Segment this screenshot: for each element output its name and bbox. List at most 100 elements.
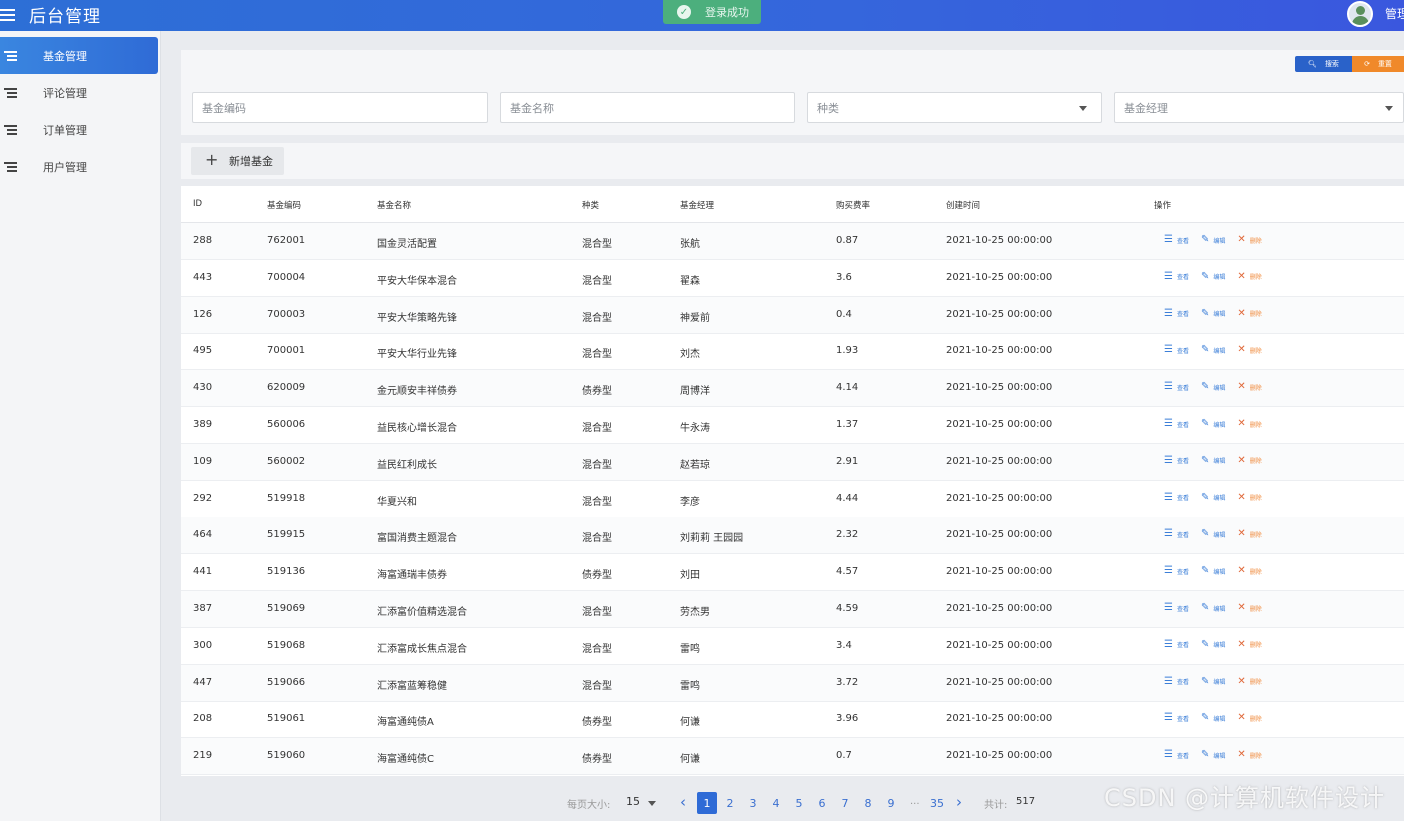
- reset-button[interactable]: ⟳ 重置: [1352, 56, 1404, 72]
- view-button[interactable]: ☰ 查看: [1164, 529, 1189, 539]
- avatar[interactable]: [1347, 1, 1373, 27]
- page-button[interactable]: 7: [835, 792, 855, 814]
- page-last[interactable]: 35: [927, 792, 947, 814]
- fund-type-select[interactable]: 种类: [807, 92, 1102, 123]
- table-cell: 519136: [267, 566, 306, 578]
- column-header[interactable]: 购买费率: [836, 199, 870, 211]
- view-button[interactable]: ☰ 查看: [1164, 603, 1189, 613]
- edit-button[interactable]: ✎ 编辑: [1201, 676, 1225, 687]
- view-button[interactable]: ☰ 查看: [1164, 271, 1189, 282]
- view-button[interactable]: ☰ 查看: [1164, 492, 1189, 503]
- view-button[interactable]: ☰ 查看: [1164, 639, 1189, 650]
- edit-button[interactable]: ✎ 编辑: [1201, 235, 1225, 245]
- delete-button[interactable]: ✕ 删除: [1237, 750, 1261, 760]
- table-cell: 519915: [267, 529, 306, 541]
- table-cell: 387: [193, 603, 213, 614]
- view-button[interactable]: ☰ 查看: [1164, 675, 1189, 687]
- edit-button[interactable]: ✎ 编辑: [1201, 529, 1225, 539]
- chevron-down-icon[interactable]: [648, 801, 656, 806]
- page-button[interactable]: 1: [697, 792, 717, 814]
- edit-button[interactable]: ✎ 编辑: [1201, 455, 1225, 466]
- view-button[interactable]: ☰ 查看: [1164, 345, 1189, 355]
- delete-button-label: 删除: [1249, 311, 1262, 319]
- pencil-icon: ✎: [1200, 602, 1210, 613]
- page-size-select[interactable]: 15: [626, 795, 640, 808]
- row-actions: ☰ 查看 ✎ 编辑 ✕ 删除: [1164, 675, 1274, 687]
- delete-button[interactable]: ✕ 删除: [1237, 345, 1261, 355]
- row-actions: ☰ 查看 ✎ 编辑 ✕ 删除: [1164, 566, 1274, 576]
- column-header[interactable]: 种类: [582, 199, 599, 211]
- table-cell: 620009: [267, 382, 306, 394]
- view-button[interactable]: ☰ 查看: [1164, 566, 1189, 576]
- edit-button[interactable]: ✎ 编辑: [1201, 492, 1225, 503]
- delete-button[interactable]: ✕ 删除: [1237, 713, 1261, 723]
- page-button[interactable]: 9: [881, 792, 901, 814]
- menu-icon[interactable]: [0, 9, 16, 21]
- delete-button-label: 删除: [1249, 421, 1262, 429]
- fund-name-input[interactable]: 基金名称: [500, 92, 795, 123]
- row-actions: ☰ 查看 ✎ 编辑 ✕ 删除: [1164, 713, 1274, 723]
- delete-button[interactable]: ✕ 删除: [1237, 603, 1261, 613]
- column-header[interactable]: 基金经理: [680, 199, 714, 211]
- table-cell: 3.72: [836, 676, 859, 688]
- add-fund-button[interactable]: + 新增基金: [191, 147, 284, 175]
- sidebar-item-comment[interactable]: 评论管理: [0, 74, 158, 111]
- delete-button[interactable]: ✕ 删除: [1237, 271, 1261, 282]
- edit-button[interactable]: ✎ 编辑: [1201, 308, 1225, 319]
- delete-button[interactable]: ✕ 删除: [1237, 455, 1261, 466]
- column-header[interactable]: ID: [193, 199, 202, 209]
- table-cell: 刘杰: [680, 349, 700, 361]
- view-button[interactable]: ☰ 查看: [1164, 308, 1189, 319]
- column-header[interactable]: 基金名称: [377, 199, 411, 211]
- edit-button[interactable]: ✎ 编辑: [1201, 603, 1225, 613]
- table-cell: 2021-10-25 00:00:00: [946, 566, 1053, 578]
- edit-button[interactable]: ✎ 编辑: [1201, 639, 1225, 650]
- edit-button[interactable]: ✎ 编辑: [1201, 713, 1225, 723]
- sidebar-item-fund[interactable]: 基金管理: [0, 37, 158, 74]
- delete-button[interactable]: ✕ 删除: [1237, 307, 1262, 319]
- fund-manager-select[interactable]: 基金经理: [1114, 92, 1404, 123]
- view-button[interactable]: ☰ 查看: [1164, 750, 1189, 760]
- table-cell: 700004: [267, 271, 306, 283]
- page-button[interactable]: 3: [743, 792, 763, 814]
- delete-button[interactable]: ✕ 删除: [1237, 492, 1261, 503]
- delete-button[interactable]: ✕ 删除: [1237, 566, 1261, 576]
- view-button[interactable]: ☰ 查看: [1164, 382, 1189, 392]
- column-header[interactable]: 基金编码: [267, 199, 301, 211]
- edit-button[interactable]: ✎ 编辑: [1201, 345, 1225, 355]
- page-button[interactable]: 5: [789, 792, 809, 814]
- page-button[interactable]: 6: [812, 792, 832, 814]
- edit-button[interactable]: ✎ 编辑: [1201, 419, 1225, 429]
- view-button[interactable]: ☰ 查看: [1164, 235, 1189, 245]
- delete-button[interactable]: ✕ 删除: [1237, 382, 1261, 392]
- delete-button[interactable]: ✕ 删除: [1237, 235, 1261, 245]
- search-button[interactable]: 🔍︎ 搜索: [1295, 56, 1352, 72]
- edit-button[interactable]: ✎ 编辑: [1201, 750, 1225, 760]
- table-cell: 混合型: [582, 349, 612, 361]
- delete-button[interactable]: ✕ 删除: [1237, 676, 1261, 687]
- page-button[interactable]: 2: [720, 792, 740, 814]
- sidebar-item-order[interactable]: 订单管理: [0, 111, 158, 148]
- view-button[interactable]: ☰ 查看: [1164, 419, 1189, 429]
- column-header[interactable]: 创建时间: [946, 199, 980, 211]
- next-page-icon[interactable]: ›: [956, 793, 962, 811]
- delete-button[interactable]: ✕ 删除: [1237, 419, 1261, 429]
- view-button[interactable]: ☰ 查看: [1164, 713, 1189, 723]
- table-cell: 519068: [267, 639, 306, 651]
- edit-button[interactable]: ✎ 编辑: [1201, 271, 1225, 282]
- table-cell: 混合型: [582, 607, 612, 618]
- prev-page-icon[interactable]: ‹: [680, 793, 686, 811]
- page-button[interactable]: 4: [766, 792, 786, 814]
- user-name[interactable]: 管理: [1385, 5, 1404, 22]
- fund-code-input[interactable]: 基金编码: [192, 92, 488, 123]
- edit-button-label: 编辑: [1213, 715, 1226, 723]
- page-button[interactable]: 8: [858, 792, 878, 814]
- delete-button[interactable]: ✕ 删除: [1237, 639, 1261, 650]
- delete-button[interactable]: ✕ 删除: [1237, 529, 1261, 539]
- edit-button[interactable]: ✎ 编辑: [1201, 566, 1225, 576]
- edit-button[interactable]: ✎ 编辑: [1201, 382, 1225, 392]
- list-icon: ☰: [1164, 675, 1173, 687]
- view-button[interactable]: ☰ 查看: [1164, 455, 1189, 466]
- close-icon: ✕: [1237, 307, 1246, 319]
- sidebar-item-user[interactable]: 用户管理: [0, 148, 158, 185]
